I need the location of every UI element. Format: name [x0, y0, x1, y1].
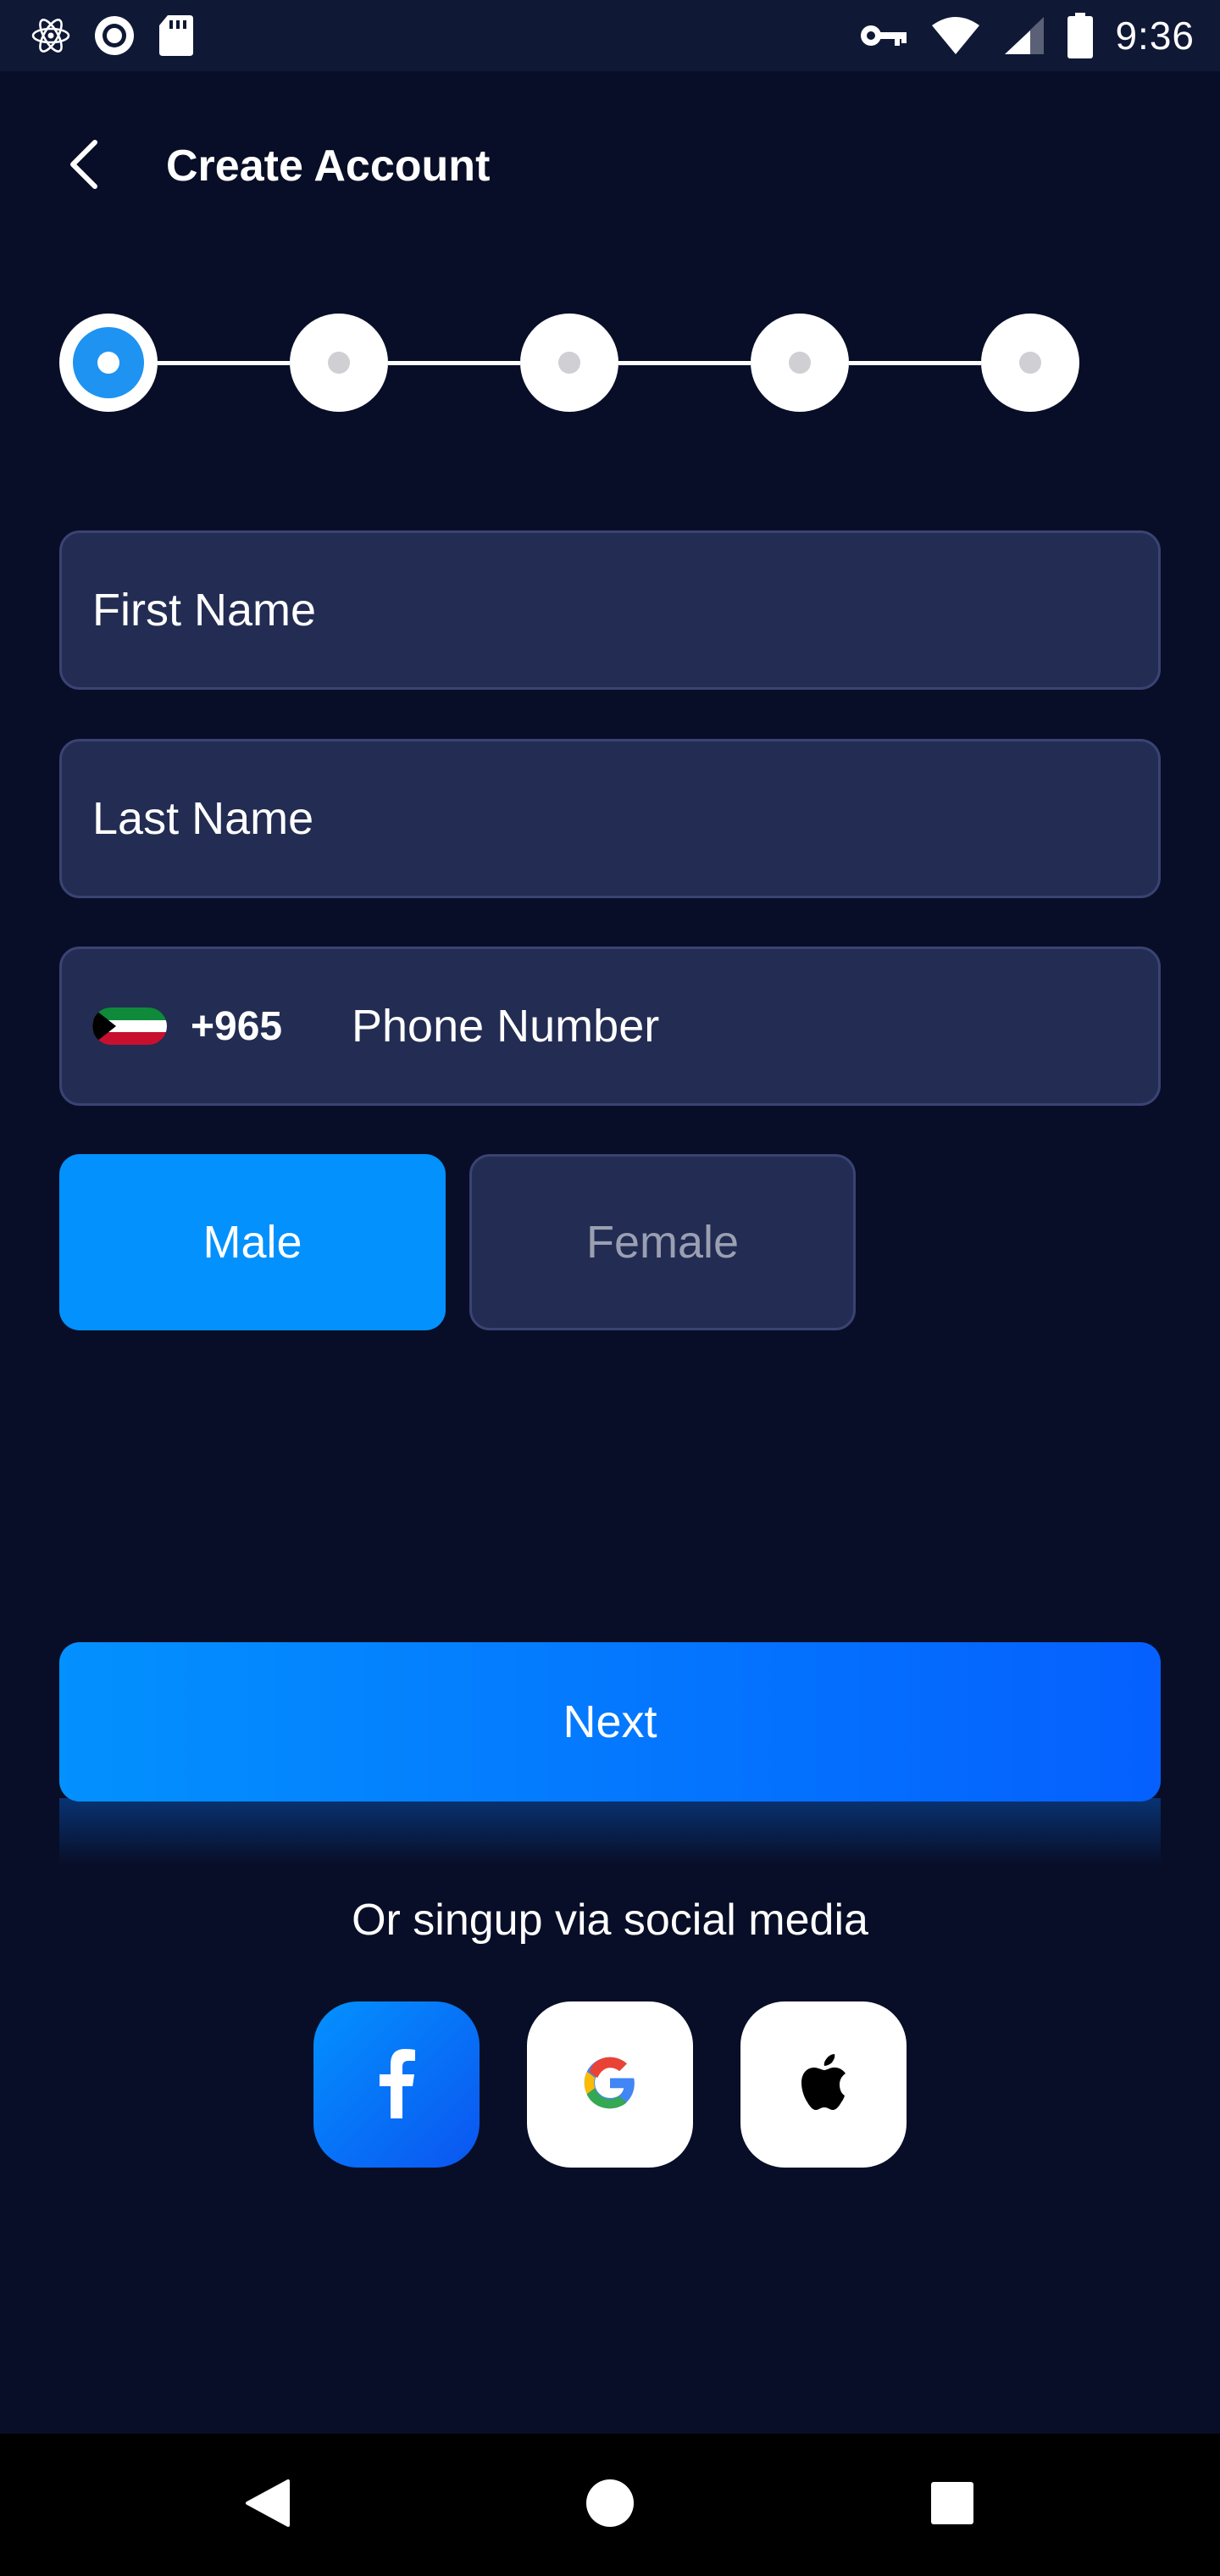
chevron-left-icon	[64, 139, 102, 194]
step-1-current	[59, 314, 158, 412]
step-connector	[158, 361, 290, 365]
apple-signup-button[interactable]	[740, 2001, 907, 2168]
record-icon	[93, 14, 136, 57]
status-time: 9:36	[1115, 14, 1195, 58]
react-icon	[30, 15, 71, 56]
step-3	[520, 314, 618, 412]
google-icon	[582, 2055, 638, 2115]
last-name-input[interactable]	[92, 792, 1128, 845]
wifi-icon	[930, 15, 981, 56]
nav-back-button[interactable]	[197, 2434, 339, 2576]
first-name-input[interactable]	[92, 584, 1128, 636]
status-right-icons: 9:36	[859, 13, 1195, 58]
nav-home-button[interactable]	[539, 2434, 681, 2576]
facebook-signup-button[interactable]	[313, 2001, 480, 2168]
create-account-screen: 9:36 Create Account First Name Last Name…	[0, 0, 1220, 2576]
social-signup-caption: Or singup via social media	[352, 1896, 868, 1945]
step-5	[981, 314, 1079, 412]
apple-icon	[798, 2053, 849, 2117]
page-title: Create Account	[166, 142, 491, 191]
phone-number-input[interactable]	[352, 1000, 1128, 1052]
progress-stepper	[59, 314, 1079, 412]
kuwait-flag-icon[interactable]	[92, 1008, 167, 1045]
sd-card-icon	[158, 14, 195, 58]
phone-field-container: +965	[59, 947, 1161, 1106]
step-4	[751, 314, 849, 412]
square-recents-icon	[929, 2480, 975, 2530]
step-2	[290, 314, 388, 412]
google-signup-button[interactable]	[527, 2001, 693, 2168]
step-connector	[388, 361, 520, 365]
triangle-back-icon	[244, 2478, 291, 2533]
circle-home-icon	[585, 2478, 635, 2533]
last-name-field-container	[59, 739, 1161, 898]
nav-recents-button[interactable]	[881, 2434, 1023, 2576]
gender-male-button[interactable]: Male	[59, 1154, 446, 1330]
gender-female-button[interactable]: Female	[469, 1154, 856, 1330]
facebook-icon	[376, 2047, 417, 2123]
key-icon	[859, 21, 908, 50]
country-dial-code[interactable]: +965	[191, 1003, 352, 1050]
system-nav-bar	[0, 2434, 1220, 2576]
app-header: Create Account	[0, 127, 1220, 203]
status-left-icons	[30, 14, 195, 58]
first-name-field-container	[59, 530, 1161, 690]
next-button-shadow	[59, 1798, 1161, 1866]
step-connector	[849, 361, 981, 365]
back-button[interactable]	[51, 134, 115, 198]
step-connector	[618, 361, 751, 365]
signal-icon	[1003, 15, 1045, 56]
next-button[interactable]: Next	[59, 1642, 1161, 1802]
battery-icon	[1068, 13, 1094, 58]
status-bar: 9:36	[0, 0, 1220, 71]
